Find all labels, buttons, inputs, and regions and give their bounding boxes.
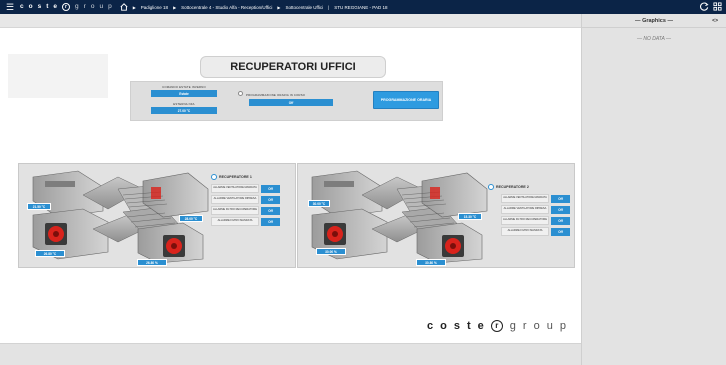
- recuperatore-1-card: 21.50 °C 28.00 °C 26.80 °C 26.80 % RECUP…: [18, 163, 296, 268]
- alarm-state: Off: [551, 216, 570, 225]
- alarm-state: Off: [261, 217, 280, 226]
- code-view-icon[interactable]: <>: [712, 18, 718, 24]
- alarm-state: Off: [551, 205, 570, 214]
- alarm-row: ALLARME VENTILATORE RIPRESA Off: [501, 205, 570, 214]
- graphics-panel-header: — Graphics — <>: [582, 14, 726, 28]
- humidity-badge: 30.00 %: [316, 248, 346, 255]
- brand-letter: u: [99, 3, 104, 10]
- brand-letter: c: [20, 3, 24, 10]
- alarm-label: ALLARME FILTRO RECUPERATORE: [501, 216, 549, 225]
- alarm-state: Off: [551, 227, 570, 236]
- graphics-panel-title: — Graphics —: [635, 17, 673, 24]
- brand-letter: g: [75, 3, 79, 10]
- recuperatore-title: RECUPERATORE 1: [211, 174, 252, 180]
- alarm-row: ALLARME VENTILATORE MANDATA Off: [211, 184, 280, 193]
- humidity-badge: 30.80 %: [416, 259, 446, 266]
- logo-letter: t: [466, 320, 471, 332]
- status-ring-icon: [211, 174, 217, 180]
- comando-value[interactable]: Estate: [151, 90, 217, 97]
- no-data-label: — NO DATA —: [636, 36, 672, 42]
- temp-badge: 15.30 °C: [458, 213, 482, 220]
- logo-letter: s: [453, 320, 460, 332]
- alarm-label: ALLARME VENTILATORE RIPRESA: [211, 195, 259, 204]
- recuperatore-title: RECUPERATORE 2: [488, 184, 529, 190]
- brand-logo[interactable]: c o s t e r g r o u p: [20, 3, 112, 11]
- logo-letter: p: [559, 320, 566, 332]
- alarm-state: Off: [261, 184, 280, 193]
- recuperatore-title-text: RECUPERATORE 2: [496, 185, 529, 189]
- logo-letter: r: [522, 320, 527, 332]
- temp-badge: 30.00 °C: [308, 200, 330, 207]
- breadcrumb-item[interactable]: Padiglione 18: [141, 5, 168, 10]
- breadcrumb: ▶ Padiglione 18 ▶ Sottocentrale 4 - Stud…: [120, 3, 387, 11]
- recuperatore-2-card: 30.00 °C 15.30 °C 30.00 % 30.80 % RECUPE…: [297, 163, 575, 268]
- chevron-right-icon: ▶: [132, 4, 136, 10]
- main-content: RECUPERATORI UFFICI COMANDO ESTATE INVER…: [0, 28, 581, 343]
- breadcrumb-item[interactable]: Sottocentrale 4 - Studio Alfa - Receptio…: [181, 5, 272, 10]
- alarm-state: Off: [261, 195, 280, 204]
- graphics-panel: — Graphics — <> — NO DATA —: [581, 14, 726, 365]
- programmazione-oraria-button[interactable]: PROGRAMMAZIONE ORARIA: [373, 91, 439, 109]
- page-title: RECUPERATORI UFFICI: [200, 56, 386, 78]
- logo-letter: g: [509, 320, 516, 332]
- alarm-label: ALLARME FILTRO MANDATA: [501, 227, 549, 236]
- alarm-state: Off: [261, 206, 280, 215]
- status-ring-icon: [488, 184, 494, 190]
- brand-letter: r: [83, 3, 86, 10]
- progr-status-icon: [238, 91, 243, 96]
- brand-letter: o: [90, 3, 95, 10]
- chevron-right-icon: ▶: [277, 4, 281, 10]
- breadcrumb-separator: |: [328, 4, 330, 10]
- alarm-label: ALLARME FILTRO MANDATA: [211, 217, 259, 226]
- temp-badge: 28.00 °C: [179, 215, 203, 222]
- esterna-value: 27.00 °C: [151, 107, 217, 114]
- brand-letter: t: [46, 3, 49, 10]
- home-icon[interactable]: [120, 3, 128, 11]
- hamburger-menu-icon[interactable]: ☰: [6, 2, 14, 13]
- toolbar-strip: [0, 14, 581, 28]
- progr-value: Off: [249, 99, 333, 106]
- footer-logo: c o s t e r g r o u p: [427, 320, 566, 332]
- recuperatore-title-text: RECUPERATORE 1: [219, 175, 252, 179]
- alarm-label: ALLARME VENTILATORE MANDATA: [501, 194, 549, 203]
- logo-letter: o: [533, 320, 540, 332]
- left-placeholder: [8, 54, 108, 98]
- alarm-row: ALLARME VENTILATORE MANDATA Off: [501, 194, 570, 203]
- logo-letter: o: [440, 320, 447, 332]
- alarm-row: ALLARME FILTRO MANDATA Off: [501, 227, 570, 236]
- breadcrumb-item[interactable]: Sottocentrale Uffici: [285, 5, 323, 10]
- control-panel: COMANDO ESTATE INVERNO Estate ESTERNA NF…: [130, 81, 443, 121]
- chevron-right-icon: ▶: [173, 4, 177, 10]
- humidity-badge: 26.80 %: [137, 259, 167, 266]
- top-bar: ☰ c o s t e r g r o u p ▶ Padiglione 18 …: [0, 0, 726, 14]
- brand-letter: o: [28, 3, 33, 10]
- esterna-label: ESTERNA NFA: [173, 102, 195, 106]
- refresh-icon[interactable]: [700, 2, 709, 11]
- alarm-row: ALLARME FILTRO RECUPERATORE Off: [501, 216, 570, 225]
- alarm-state: Off: [551, 194, 570, 203]
- breadcrumb-item[interactable]: STU REGGIANE - PAD 18: [334, 5, 387, 10]
- alarm-row: ALLARME FILTRO RECUPERATORE Off: [211, 206, 280, 215]
- alarm-label: ALLARME VENTILATORE RIPRESA: [501, 205, 549, 214]
- temp-badge: 26.80 °C: [35, 250, 65, 257]
- brand-letter: p: [108, 3, 112, 10]
- logo-letter: u: [546, 320, 553, 332]
- alarm-label: ALLARME VENTILATORE MANDATA: [211, 184, 259, 193]
- temp-badge: 21.50 °C: [27, 203, 51, 210]
- alarm-row: ALLARME FILTRO MANDATA Off: [211, 217, 280, 226]
- comando-label: COMANDO ESTATE INVERNO: [162, 85, 206, 89]
- alarm-label: ALLARME FILTRO RECUPERATORE: [211, 206, 259, 215]
- brand-letter: e: [53, 3, 58, 10]
- brand-letter: s: [37, 3, 42, 10]
- alarm-row: ALLARME VENTILATORE RIPRESA Off: [211, 195, 280, 204]
- logo-r-circle: r: [490, 320, 503, 332]
- progr-label: PROGRAMMAZIONE ORARIA IN CORSO: [246, 93, 306, 97]
- brand-r-circle: r: [62, 3, 71, 11]
- logo-letter: c: [427, 320, 434, 332]
- logo-letter: e: [477, 320, 484, 332]
- grid-icon[interactable]: [713, 2, 722, 11]
- bottom-bar: [0, 343, 581, 365]
